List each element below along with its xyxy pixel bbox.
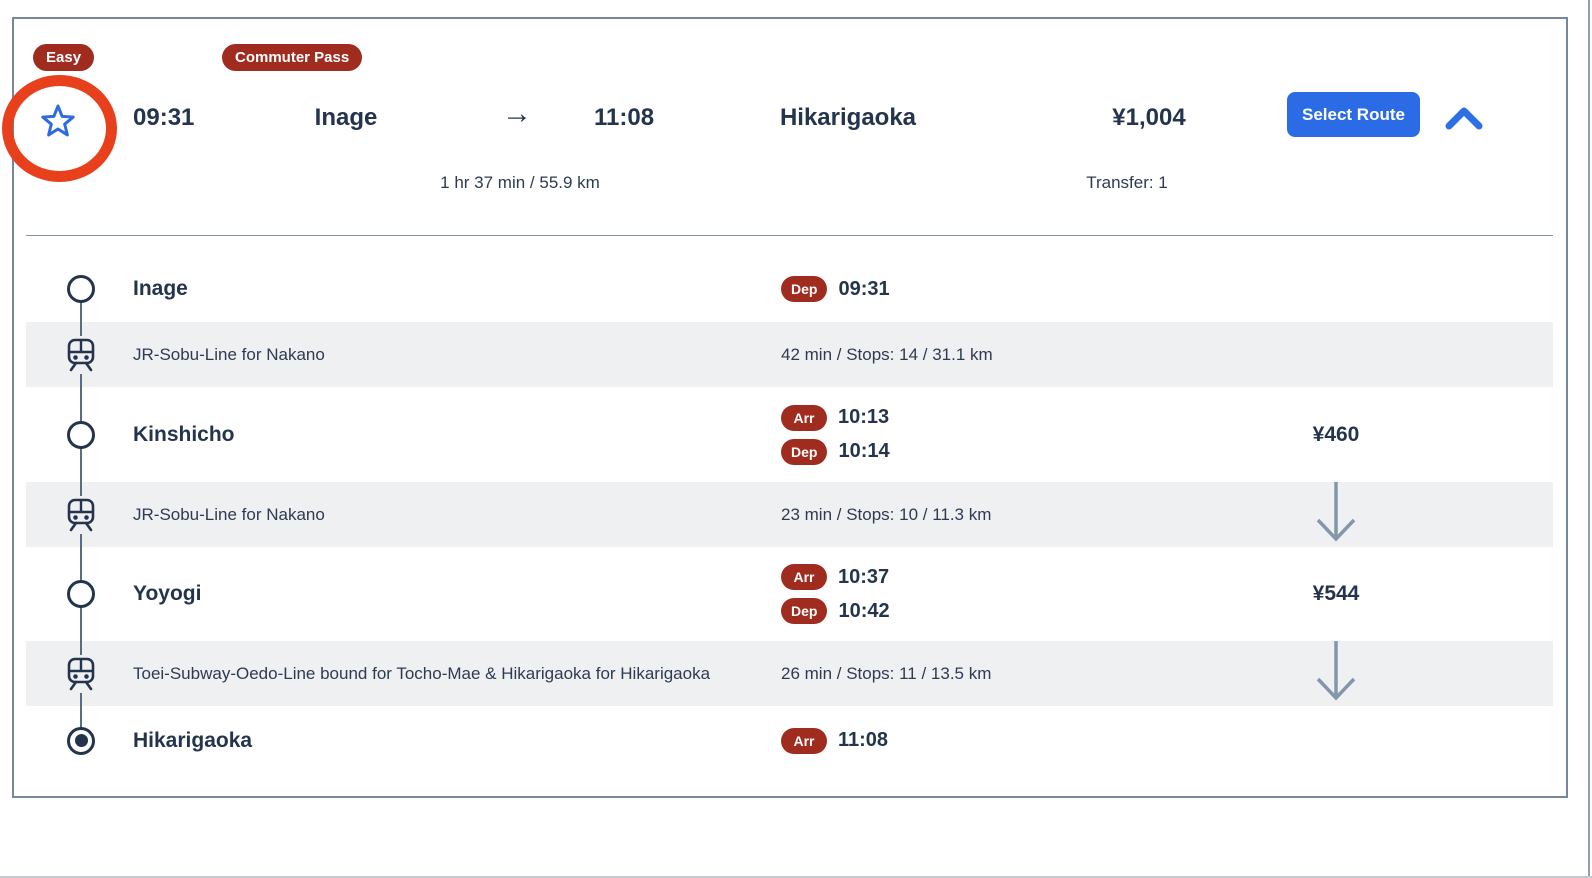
leg-fare: ¥544 [1261, 547, 1411, 641]
route-result-card: Easy Commuter Pass 09:31 Inage → 11:08 H… [12, 17, 1568, 798]
terminal-station-bullseye-icon [67, 727, 95, 755]
station-stop-circle-icon [67, 580, 95, 608]
station-name: Yoyogi [133, 547, 201, 641]
page: Easy Commuter Pass 09:31 Inage → 11:08 H… [0, 0, 1592, 878]
summary-destination-station: Hikarigaoka [773, 103, 923, 132]
star-icon [39, 103, 77, 141]
dep-time: 09:31 [838, 278, 889, 301]
segment-row-3: Toei-Subway-Oedo-Line bound for Tocho-Ma… [14, 641, 1566, 706]
segment-info: 42 min / Stops: 14 / 31.1 km [781, 322, 993, 387]
tag-easy: Easy [33, 44, 94, 71]
station-name: Kinshicho [133, 387, 235, 482]
fare-continues-down-arrow [1304, 482, 1368, 547]
favorite-star-button[interactable] [39, 103, 77, 141]
fare-continues-down-arrow [1304, 641, 1368, 706]
station-row-inage: Inage Dep 09:31 [14, 256, 1566, 322]
segment-line-name: JR-Sobu-Line for Nakano [133, 322, 325, 387]
header-divider [26, 235, 1553, 236]
station-row-kinshicho: Kinshicho Arr 10:13 Dep 10:14 ¥460 [14, 387, 1566, 482]
arr-time: 10:37 [838, 566, 889, 589]
right-arrow-icon: → [487, 99, 547, 128]
station-stop-circle-icon [67, 421, 95, 449]
summary-total-fare: ¥1,004 [1074, 103, 1224, 132]
segment-row-2: JR-Sobu-Line for Nakano 23 min / Stops: … [14, 482, 1566, 547]
arr-time: 10:13 [838, 406, 889, 429]
train-icon [64, 496, 98, 534]
leg-fare: ¥460 [1261, 387, 1411, 482]
segment-info: 26 min / Stops: 11 / 13.5 km [781, 641, 991, 706]
segment-info: 23 min / Stops: 10 / 11.3 km [781, 482, 991, 547]
dep-badge: Dep [781, 598, 827, 624]
select-route-button[interactable]: Select Route [1287, 92, 1420, 137]
arr-time: 11:08 [838, 729, 888, 752]
station-row-hikarigaoka: Hikarigaoka Arr 11:08 [14, 706, 1566, 775]
station-row-yoyogi: Yoyogi Arr 10:37 Dep 10:42 ¥544 [14, 547, 1566, 641]
train-icon [64, 655, 98, 693]
dep-badge: Dep [781, 276, 827, 302]
train-icon [64, 336, 98, 374]
station-name: Hikarigaoka [133, 706, 252, 775]
tag-commuter-pass: Commuter Pass [222, 44, 362, 71]
segment-line-name: JR-Sobu-Line for Nakano [133, 482, 325, 547]
summary-arrival-time: 11:08 [594, 103, 654, 132]
summary-transfer-count: Transfer: 1 [1052, 172, 1202, 193]
arr-badge: Arr [781, 728, 827, 754]
dep-time: 10:14 [838, 440, 889, 463]
dep-badge: Dep [781, 439, 827, 465]
collapse-details-button[interactable] [1445, 104, 1483, 132]
arr-badge: Arr [781, 405, 827, 431]
station-stop-circle-icon [67, 275, 95, 303]
dep-time: 10:42 [838, 600, 889, 623]
itinerary-timeline: Inage Dep 09:31 [14, 256, 1566, 775]
segment-line-name: Toei-Subway-Oedo-Line bound for Tocho-Ma… [133, 641, 710, 706]
summary-duration-distance: 1 hr 37 min / 55.9 km [420, 172, 620, 193]
summary-departure-time: 09:31 [133, 103, 194, 132]
segment-row-1: JR-Sobu-Line for Nakano 42 min / Stops: … [14, 322, 1566, 387]
page-right-border [1588, 0, 1590, 878]
summary-origin-station: Inage [271, 103, 421, 132]
station-name: Inage [133, 256, 188, 322]
chevron-up-icon [1445, 104, 1483, 132]
arr-badge: Arr [781, 564, 827, 590]
